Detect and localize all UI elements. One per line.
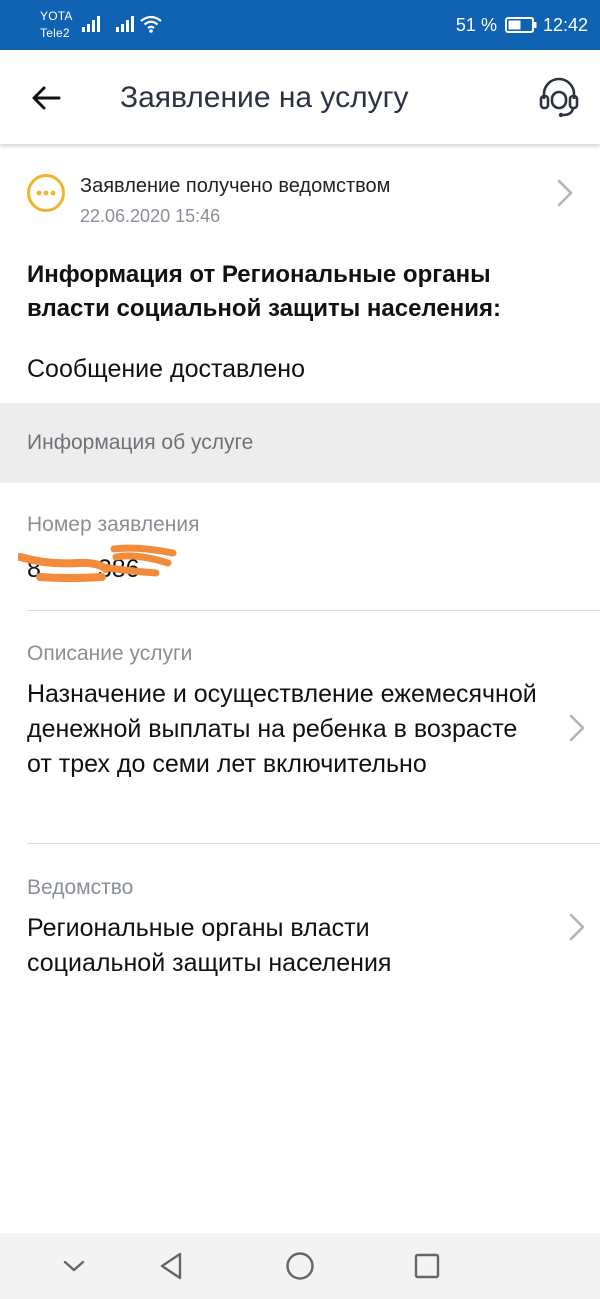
service-description-label: Описание услуги xyxy=(27,642,193,665)
divider xyxy=(27,843,600,844)
carrier-1: YOTA xyxy=(40,9,73,23)
section-header-label: Информация об услуге xyxy=(27,431,254,454)
recents-square-icon[interactable] xyxy=(408,1247,446,1285)
info-heading: Информация от Региональные органы власти… xyxy=(27,261,501,322)
back-triangle-icon[interactable] xyxy=(153,1247,191,1285)
application-number: 8… …386 xyxy=(18,543,188,585)
chevron-right-icon xyxy=(569,913,585,941)
wifi-icon xyxy=(140,15,162,33)
service-description-value: Назначение и осуществление ежемесячной д… xyxy=(27,680,537,778)
chevron-right-icon xyxy=(569,714,585,742)
info-message: Сообщение доставлено xyxy=(27,355,305,383)
system-status-bar: YOTA Tele2 51 % 12:42 xyxy=(0,0,600,50)
cellular-signal-icon xyxy=(82,16,100,32)
arrow-left-icon[interactable] xyxy=(28,80,64,116)
redaction-scribble xyxy=(18,544,177,582)
app-header: Заявление на услугу xyxy=(0,50,600,144)
cellular-signal-icon xyxy=(116,16,134,32)
home-circle-icon[interactable] xyxy=(281,1247,319,1285)
collapse-chevron-icon[interactable] xyxy=(55,1247,93,1285)
chevron-right-icon xyxy=(557,179,573,207)
status-right-group: 51 % 12:42 xyxy=(456,0,588,50)
status-title: Заявление получено ведомством xyxy=(80,175,391,197)
headset-support-icon[interactable] xyxy=(536,74,582,120)
agency-label: Ведомство xyxy=(27,876,134,899)
carrier-2: Tele2 xyxy=(40,26,70,40)
section-header: Информация об услуге xyxy=(0,403,600,483)
battery-percent: 51 % xyxy=(455,14,497,35)
system-navigation-bar xyxy=(0,1233,600,1299)
status-date: 22.06.2020 15:46 xyxy=(80,206,221,226)
battery-icon xyxy=(504,17,537,33)
carrier-names: YOTA Tele2 xyxy=(40,8,73,42)
more-dots-circle-icon xyxy=(27,174,65,212)
agency-value: Региональные органы власти социальной за… xyxy=(27,914,392,977)
page-title: Заявление на услугу xyxy=(120,81,409,114)
clock: 12:42 xyxy=(542,14,588,35)
application-number-label: Номер заявления xyxy=(27,513,200,536)
application-status-row[interactable]: Заявление получено ведомством 22.06.2020… xyxy=(0,160,600,230)
divider xyxy=(27,610,600,611)
